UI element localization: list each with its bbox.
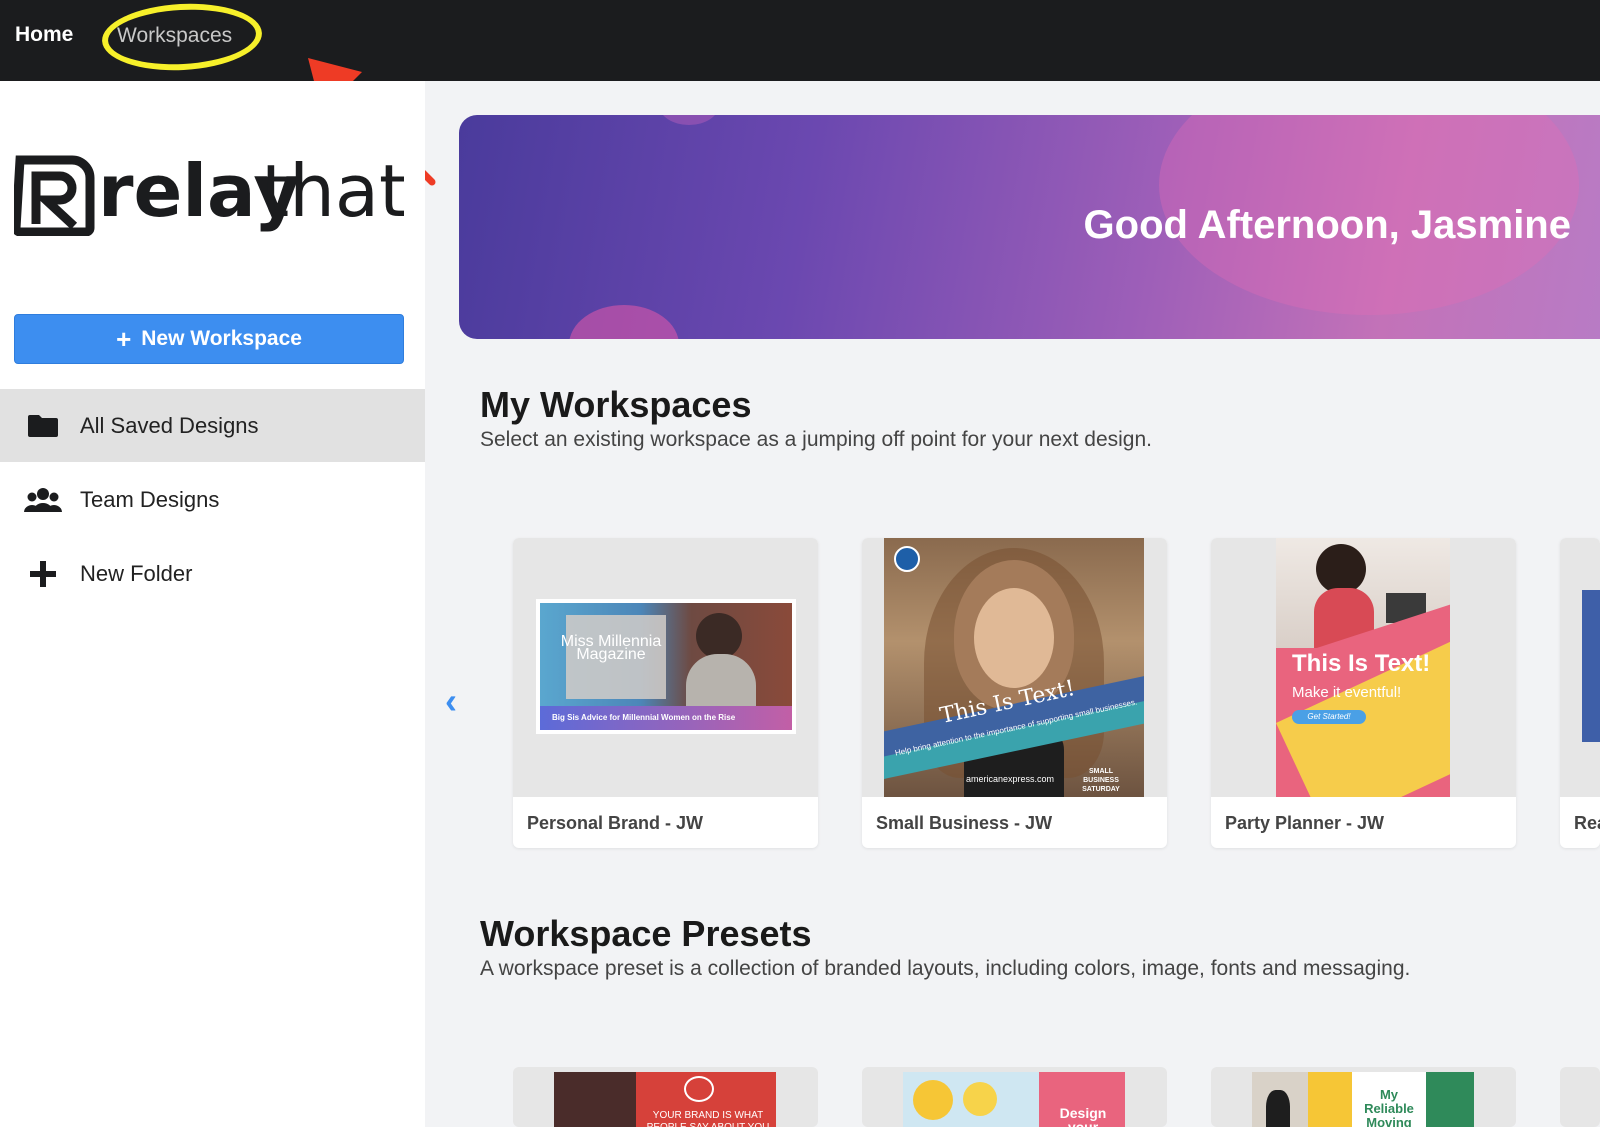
preset-card[interactable]: Design your perfect [862,1067,1167,1127]
thumb-sub: Big Sis Advice for Millennial Women on t… [540,706,792,730]
workspace-thumbnail: This Is Text! Help bring attention to th… [862,538,1167,797]
plus-icon: + [116,324,132,354]
banner-decoration [659,115,719,125]
workspace-card-party-planner[interactable]: This Is Text! Make it eventful! Get Star… [1211,538,1516,848]
workspace-thumbnail [1560,538,1600,797]
annotation-highlight-circle [100,0,264,75]
workspace-card-title: Rea [1574,813,1600,833]
thumb-sub: Make it eventful! [1292,684,1402,701]
workspace-presets-title: Workspace Presets [480,913,812,954]
preset-text: YOUR BRAND IS WHAT PEOPLE SAY ABOUT YOU [647,1110,770,1127]
preset-card[interactable] [1560,1067,1600,1127]
nav-home-link[interactable]: Home [15,23,73,47]
thumb-cta: Get Started! [1292,710,1366,724]
top-nav-bar: Home Workspaces [0,0,1600,81]
workspace-thumbnail: This Is Text! Make it eventful! Get Star… [1211,538,1516,797]
thumb-title: This Is Text! [1292,650,1431,677]
thumb-footer: americanexpress.com [966,774,1055,784]
sidebar-item-new-folder[interactable]: New Folder [0,537,425,610]
workspace-presets-subtitle: A workspace preset is a collection of br… [480,957,1411,980]
svg-text:that: that [261,150,404,233]
thumb-title: Miss Millennia Magazine [560,633,662,663]
sidebar-item-team-designs[interactable]: Team Designs [0,463,425,536]
relaythat-logo: relay that [14,150,404,236]
workspace-card-small-business[interactable]: This Is Text! Help bring attention to th… [862,538,1167,848]
new-workspace-button[interactable]: + New Workspace [14,314,404,364]
preset-card[interactable]: My Reliable Moving [1211,1067,1516,1127]
my-workspaces-title: My Workspaces [480,384,752,425]
preset-text: My Reliable Moving [1364,1087,1414,1127]
sidebar-item-label: New Folder [80,560,193,586]
sidebar-item-all-saved-designs[interactable]: All Saved Designs [0,389,425,462]
folder-icon [0,414,80,438]
sidebar-item-label: Team Designs [80,486,220,512]
thumb-badge: SMALL BUSINESS SATURDAY [1082,768,1120,793]
users-icon [0,487,80,513]
banner-decoration [569,305,679,339]
carousel-prev-chevron-left-icon[interactable]: ‹ [445,680,457,722]
my-workspaces-subtitle: Select an existing workspace as a jumpin… [480,428,1152,451]
plus-icon [0,560,80,587]
workspace-card-title: Personal Brand - JW [527,813,704,833]
sidebar-item-label: All Saved Designs [80,412,259,438]
greeting-banner: Good Afternoon, Jasmine [459,115,1600,339]
workspace-card-title: Party Planner - JW [1225,813,1385,833]
workspace-card-partial[interactable]: Rea [1560,538,1600,848]
preset-card[interactable]: YOUR BRAND IS WHAT PEOPLE SAY ABOUT YOU [513,1067,818,1127]
workspace-thumbnail: Miss Millennia Magazine Big Sis Advice f… [513,538,818,797]
greeting-text: Good Afternoon, Jasmine [1083,203,1571,247]
preset-text: Design your perfect [1059,1105,1107,1127]
workspace-card-personal-brand[interactable]: Miss Millennia Magazine Big Sis Advice f… [513,538,818,848]
new-workspace-label: New Workspace [141,327,302,350]
workspace-card-title: Small Business - JW [876,813,1053,833]
